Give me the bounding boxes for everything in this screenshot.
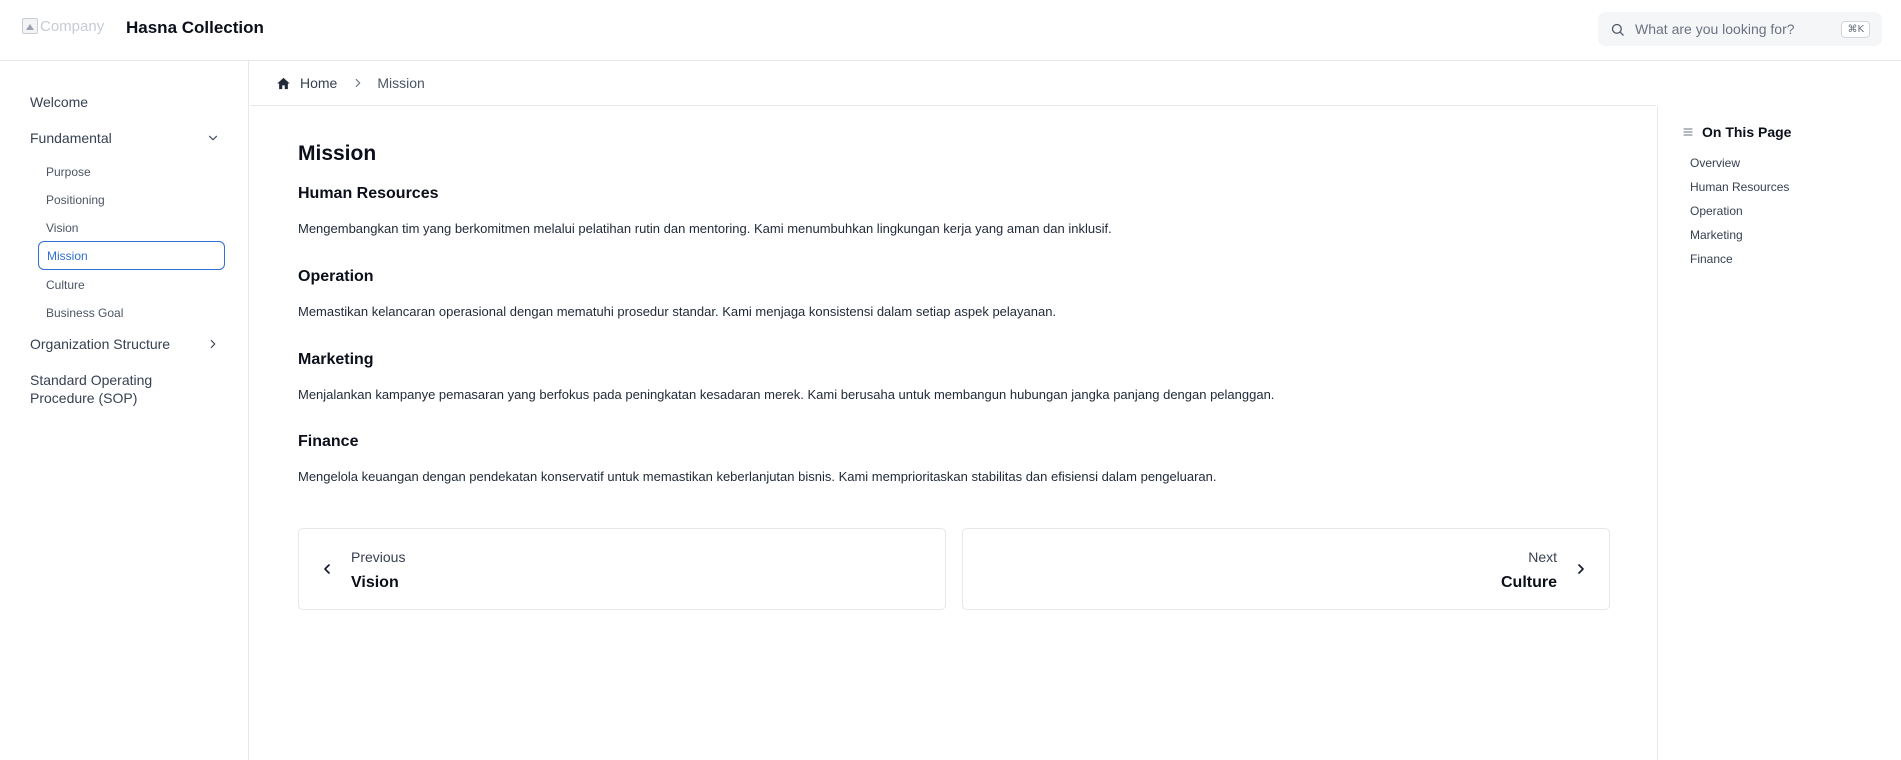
chevron-right-icon xyxy=(1578,564,1584,574)
sidebar-item-positioning[interactable]: Positioning xyxy=(46,193,105,207)
broken-image-icon xyxy=(22,18,38,34)
search-shortcut-badge: ⌘K xyxy=(1841,20,1870,38)
toc-heading-label: On This Page xyxy=(1702,124,1792,140)
sidebar-item-business-goal[interactable]: Business Goal xyxy=(46,306,123,320)
toc-heading: On This Page xyxy=(1682,124,1791,140)
toc-item-operation[interactable]: Operation xyxy=(1690,204,1743,218)
sidebar-item-vision[interactable]: Vision xyxy=(46,221,78,235)
breadcrumb-home-link[interactable]: Home xyxy=(300,75,337,91)
toc-item-finance[interactable]: Finance xyxy=(1690,252,1733,266)
section-heading-marketing: Marketing xyxy=(298,351,374,368)
toc-item-marketing[interactable]: Marketing xyxy=(1690,228,1743,242)
sidebar-group-fundamental[interactable]: Fundamental xyxy=(30,130,220,146)
section-heading-human-resources: Human Resources xyxy=(298,185,439,202)
chevron-down-icon[interactable] xyxy=(206,131,220,145)
company-logo[interactable]: Company xyxy=(22,16,106,36)
chevron-left-icon xyxy=(324,564,330,574)
next-label: Next xyxy=(1528,549,1557,565)
sidebar-group-label: Fundamental xyxy=(30,130,112,146)
toc-item-human-resources[interactable]: Human Resources xyxy=(1690,180,1789,194)
page-title: Mission xyxy=(298,142,377,165)
next-title: Culture xyxy=(1501,574,1557,591)
sidebar-group-label: Organization Structure xyxy=(30,336,171,352)
section-text-human-resources: Mengembangkan tim yang berkomitmen melal… xyxy=(298,221,1112,236)
sop-label-line1: Standard Operating xyxy=(30,372,153,388)
previous-title: Vision xyxy=(351,574,399,591)
sidebar-item-culture[interactable]: Culture xyxy=(46,278,85,292)
sidebar-item-sop[interactable]: Standard Operating Procedure (SOP) xyxy=(30,371,152,407)
list-icon xyxy=(1683,128,1693,136)
breadcrumb: Home Mission xyxy=(250,61,1656,106)
previous-label: Previous xyxy=(351,549,406,565)
next-page-card[interactable]: Next Culture xyxy=(962,528,1610,610)
sidebar-item-mission[interactable]: Mission xyxy=(38,241,225,270)
sidebar-item-welcome[interactable]: Welcome xyxy=(30,94,88,110)
chevron-right-icon xyxy=(356,78,361,88)
top-header: Company Hasna Collection What are you lo… xyxy=(0,0,1901,61)
previous-page-card[interactable]: Previous Vision xyxy=(298,528,946,610)
section-text-finance: Mengelola keuangan dengan pendekatan kon… xyxy=(298,469,1217,484)
section-heading-finance: Finance xyxy=(298,433,359,450)
search-placeholder[interactable]: What are you looking for? xyxy=(1635,21,1841,37)
breadcrumb-current: Mission xyxy=(377,75,425,91)
search-box[interactable]: What are you looking for? ⌘K xyxy=(1598,12,1882,46)
section-text-operation: Memastikan kelancaran operasional dengan… xyxy=(298,304,1057,319)
search-icon xyxy=(1611,23,1624,36)
sop-label-line2: Procedure (SOP) xyxy=(30,390,138,406)
sidebar: Welcome Fundamental Purpose Positioning … xyxy=(0,61,249,760)
site-title[interactable]: Hasna Collection xyxy=(126,18,264,38)
logo-alt-text: Company xyxy=(40,17,105,35)
sidebar-group-organization-structure[interactable]: Organization Structure xyxy=(30,336,220,352)
sidebar-item-purpose[interactable]: Purpose xyxy=(46,165,91,179)
section-text-marketing: Menjalankan kampanye pemasaran yang berf… xyxy=(298,387,1275,402)
section-heading-operation: Operation xyxy=(298,268,374,285)
on-this-page-panel: On This Page Overview Human Resources Op… xyxy=(1657,106,1901,760)
home-icon[interactable] xyxy=(276,76,291,91)
toc-item-overview[interactable]: Overview xyxy=(1690,156,1740,170)
chevron-right-icon[interactable] xyxy=(206,337,220,351)
